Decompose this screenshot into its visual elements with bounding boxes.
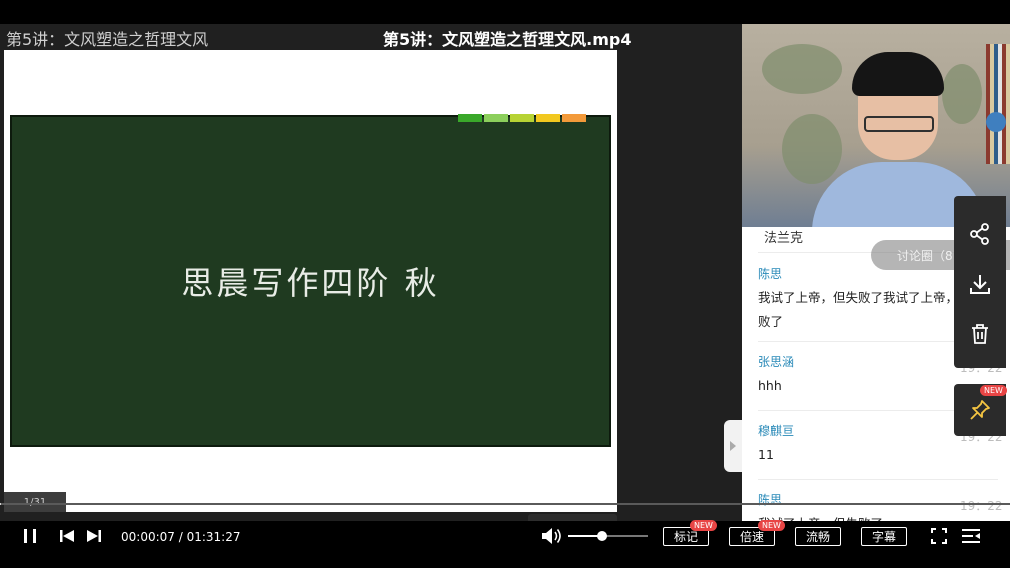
stripe	[458, 114, 482, 122]
skip-forward-icon	[87, 530, 101, 542]
playlist-icon	[962, 529, 980, 543]
chat-partial-name: 法兰克	[764, 231, 804, 246]
delete-button[interactable]	[954, 312, 1006, 356]
progress-fill	[0, 503, 2, 505]
file-title: 第5讲：文风塑造之哲理文风.mp4	[383, 30, 632, 49]
window-title: 第5讲：文风塑造之哲理文风	[6, 30, 209, 49]
bookshelf	[986, 44, 1010, 164]
download-button[interactable]	[954, 262, 1006, 306]
speed-button[interactable]: 倍速 NEW	[729, 520, 785, 546]
map-continent	[762, 44, 842, 94]
mark-button[interactable]: 标记 NEW	[663, 520, 717, 546]
volume-button[interactable]	[540, 526, 564, 546]
stripe	[484, 114, 508, 122]
next-button[interactable]	[84, 527, 104, 545]
total-time: 01:31:27	[186, 530, 241, 544]
trash-icon	[972, 324, 988, 344]
map-continent	[942, 64, 982, 124]
chalkboard: 思晨写作四阶 秋	[10, 115, 611, 447]
new-badge: NEW	[980, 385, 1007, 396]
globe	[986, 112, 1006, 132]
teacher-glasses	[864, 116, 934, 132]
teacher-hair	[852, 52, 944, 96]
page-counter: 1/31	[4, 492, 66, 512]
download-icon	[970, 275, 990, 294]
stripe	[510, 114, 534, 122]
current-time: 00:00:07	[121, 530, 175, 544]
time-separator: /	[174, 530, 187, 544]
chat-text: 11	[758, 447, 774, 462]
skip-back-icon	[60, 530, 74, 542]
chat-divider	[758, 479, 998, 480]
playlist-button[interactable]	[960, 527, 982, 545]
chat-text: 我试了上帝，但失败了	[758, 512, 988, 521]
color-stripes	[458, 114, 586, 122]
chat-message: 陈思 我试了上帝，但失败了	[758, 491, 988, 521]
quality-button[interactable]: 流畅	[795, 527, 841, 546]
collapse-panel-tab[interactable]	[724, 420, 742, 472]
quality-label: 流畅	[805, 530, 830, 544]
new-badge: NEW	[758, 520, 785, 531]
pause-icon	[24, 529, 36, 543]
pin-icon	[970, 400, 990, 420]
title-bar	[0, 0, 1010, 24]
map-continent	[782, 114, 842, 184]
pause-button[interactable]	[20, 527, 40, 545]
fullscreen-button[interactable]	[929, 527, 949, 545]
slide-title: 思晨写作四阶 秋	[181, 264, 440, 302]
volume-icon	[542, 528, 561, 544]
stripe	[562, 114, 586, 122]
side-toolbar	[954, 196, 1006, 368]
volume-slider[interactable]	[568, 531, 648, 541]
progress-bar[interactable]	[0, 503, 1010, 505]
stripe	[536, 114, 560, 122]
new-badge: NEW	[690, 520, 717, 531]
fullscreen-icon	[931, 528, 947, 544]
previous-button[interactable]	[57, 527, 77, 545]
share-button[interactable]	[954, 212, 1006, 256]
control-bar	[0, 521, 1010, 568]
chevron-right-icon	[730, 441, 736, 451]
pin-button[interactable]: NEW	[954, 384, 1007, 436]
volume-knob[interactable]	[596, 531, 607, 541]
chat-time: 19：22	[960, 499, 1003, 513]
subtitle-button[interactable]: 字幕	[861, 527, 907, 546]
time-display: 00:00:07 / 01:31:27	[121, 530, 240, 544]
subtitle-label: 字幕	[871, 530, 896, 544]
share-icon	[970, 223, 989, 245]
chat-sender: 陈思	[758, 493, 783, 507]
